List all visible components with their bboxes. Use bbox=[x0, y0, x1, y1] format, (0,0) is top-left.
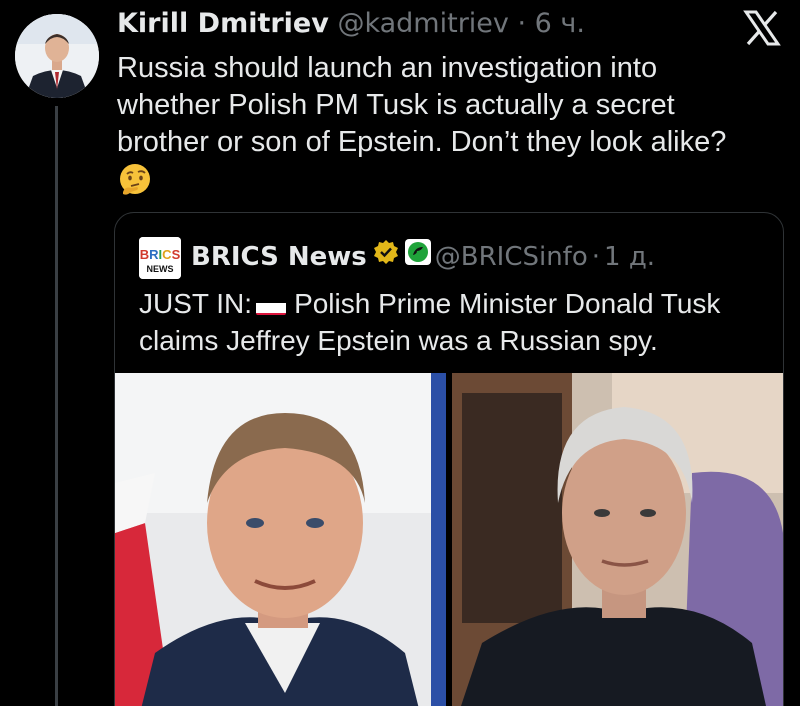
quoted-tweet-card[interactable]: BRICS NEWS BRICS News @BRICSinfo · 1 д. … bbox=[114, 212, 784, 706]
author-avatar[interactable] bbox=[15, 14, 99, 98]
tweet-timestamp[interactable]: 6 ч. bbox=[535, 8, 585, 39]
quoted-text-line2: claims Jeffrey Epstein was a Russian spy… bbox=[139, 325, 658, 356]
author-handle[interactable]: @kadmitriev bbox=[337, 8, 508, 39]
brics-news-logo[interactable]: BRICS NEWS bbox=[139, 237, 181, 279]
avatar-photo bbox=[15, 14, 99, 98]
just-in-label: JUST IN: bbox=[139, 288, 253, 319]
quoted-tweet-header: BRICS News @BRICSinfo · 1 д. bbox=[191, 237, 655, 277]
thinking-face-emoji-icon bbox=[117, 162, 153, 198]
svg-text:BRICS: BRICS bbox=[140, 247, 181, 262]
thread-connector-line bbox=[55, 106, 58, 706]
poland-flag-icon bbox=[256, 295, 287, 315]
epstein-photo[interactable] bbox=[452, 373, 783, 706]
meta-separator: · bbox=[591, 242, 601, 272]
meta-separator: · bbox=[517, 8, 527, 39]
author-name[interactable]: Kirill Dmitriev bbox=[117, 8, 329, 39]
green-affiliate-badge-icon bbox=[404, 237, 431, 277]
quoted-tweet-timestamp[interactable]: 1 д. bbox=[604, 237, 655, 277]
tweet-header: Kirill Dmitriev @kadmitriev · 6 ч. bbox=[117, 6, 585, 42]
quoted-media-grid bbox=[115, 373, 783, 706]
quoted-author-handle[interactable]: @BRICSinfo bbox=[435, 237, 588, 277]
quoted-text-line: JUST IN: Polish Prime Minister Donald Tus… bbox=[139, 285, 779, 322]
quoted-tweet-text: JUST IN: Polish Prime Minister Donald Tus… bbox=[139, 285, 779, 359]
tusk-photo[interactable] bbox=[115, 373, 446, 706]
tweet-text-line: whether Polish PM Tusk is actually a sec… bbox=[117, 89, 675, 121]
quoted-author-name[interactable]: BRICS News bbox=[191, 237, 367, 277]
svg-text:NEWS: NEWS bbox=[147, 264, 174, 274]
tweet-text: Russia should launch an investigation in… bbox=[117, 50, 767, 161]
gold-verified-badge-icon bbox=[373, 237, 399, 277]
quoted-text-line1: Polish Prime Minister Donald Tusk bbox=[294, 288, 721, 319]
tweet-text-line: Russia should launch an investigation in… bbox=[117, 52, 658, 84]
tweet-text-line: brother or son of Epstein. Don’t they lo… bbox=[117, 126, 727, 158]
x-logo-icon[interactable] bbox=[740, 6, 784, 50]
